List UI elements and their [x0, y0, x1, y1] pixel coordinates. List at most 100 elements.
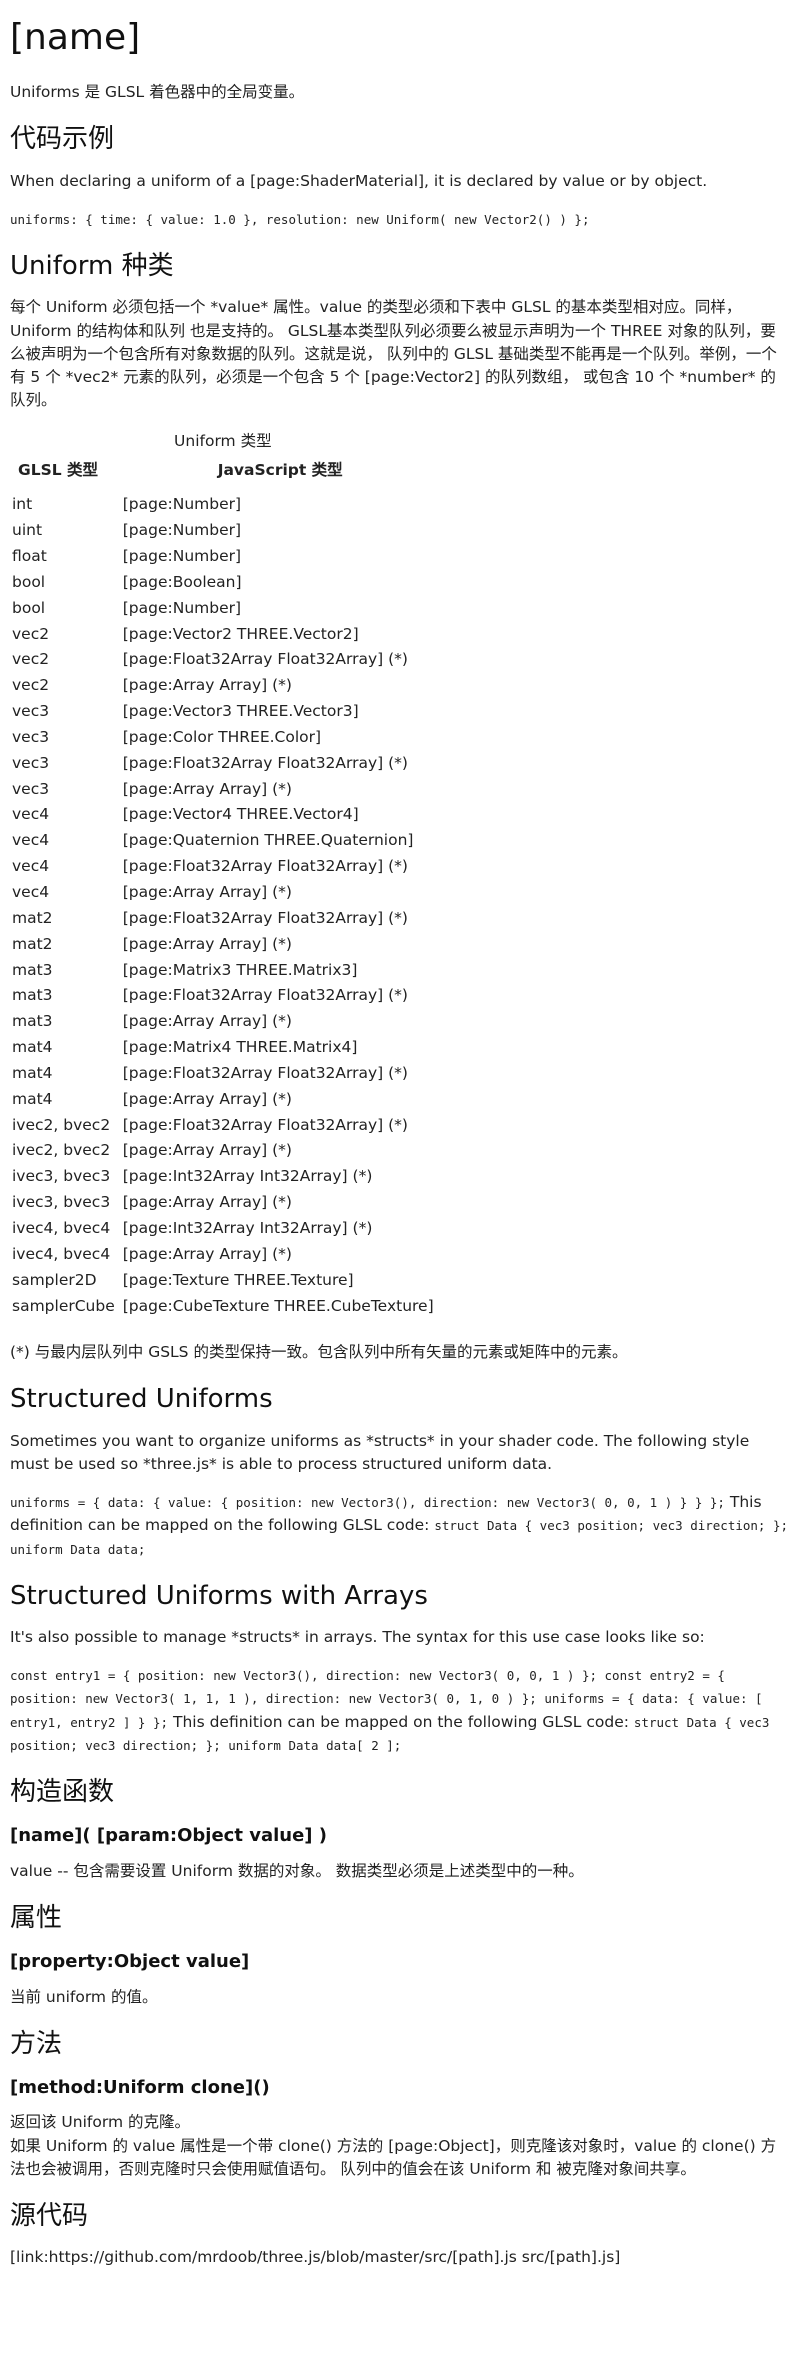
table-row: mat2 [page:Array Array] (*): [10, 931, 436, 957]
table-row: vec3 [page:Color THREE.Color]: [10, 725, 436, 751]
glsl-type-cell: vec4: [12, 857, 50, 876]
js-type-cell: [page:Float32Array Float32Array] (*): [122, 1115, 408, 1134]
glsl-type-cell: vec4: [12, 805, 50, 824]
js-type-cell: [page:Texture THREE.Texture]: [122, 1270, 354, 1289]
example-text: When declaring a uniform of a [page:Shad…: [10, 171, 708, 190]
glsl-type-cell: vec3: [12, 779, 50, 798]
table-row: mat4 [page:Float32Array Float32Array] (*): [10, 1061, 436, 1087]
glsl-type-cell: mat3: [12, 1012, 53, 1031]
glsl-type-cell: ivec2, bvec2: [12, 1115, 111, 1134]
property-value-title: [property:Object value]: [10, 1951, 250, 1973]
js-type-cell: [page:Number]: [122, 495, 242, 514]
structured-code-js: uniforms = { data: { value: { position: …: [10, 1495, 725, 1510]
example-heading: 代码示例: [10, 124, 115, 155]
js-type-cell: [page:Array Array] (*): [122, 1012, 292, 1031]
glsl-type-cell: mat2: [12, 908, 53, 927]
js-type-cell: [page:Float32Array Float32Array] (*): [122, 908, 408, 927]
uniform-types-table: Uniform 类型 GLSL 类型 JavaScript 类型 int [pag…: [10, 428, 436, 1320]
js-type-cell: [page:Array Array] (*): [122, 934, 292, 953]
glsl-type-cell: mat2: [12, 934, 53, 953]
table-row: mat4 [page:Matrix4 THREE.Matrix4]: [10, 1035, 436, 1061]
constructor-signature: [name]( [param:Object value] ): [10, 1825, 328, 1847]
glsl-type-cell: ivec3, bvec3: [12, 1167, 111, 1186]
table-row: bool [page:Number]: [10, 595, 436, 621]
glsl-type-cell: mat4: [12, 1063, 53, 1082]
js-type-cell: [page:Int32Array Int32Array] (*): [122, 1167, 373, 1186]
glsl-type-cell: float: [12, 547, 47, 566]
table-row: samplerCube [page:CubeTexture THREE.CubeT…: [10, 1293, 436, 1319]
table-row: vec4 [page:Float32Array Float32Array] (*): [10, 854, 436, 880]
js-type-cell: [page:Float32Array Float32Array] (*): [122, 753, 408, 772]
js-type-cell: [page:Number]: [122, 547, 242, 566]
js-type-cell: [page:Float32Array Float32Array] (*): [122, 650, 408, 669]
properties-heading: 属性: [10, 1903, 63, 1934]
col-header-js: JavaScript 类型: [217, 460, 343, 479]
method-clone-line2: 如果 Uniform 的 value 属性是一个带 clone() 方法的 [p…: [10, 2136, 777, 2178]
table-row: mat3 [page:Float32Array Float32Array] (*): [10, 983, 436, 1009]
glsl-type-cell: mat3: [12, 986, 53, 1005]
js-type-cell: [page:Int32Array Int32Array] (*): [122, 1218, 373, 1237]
js-type-cell: [page:Color THREE.Color]: [122, 727, 322, 746]
glsl-type-cell: ivec2, bvec2: [12, 1141, 111, 1160]
page-title: [name]: [10, 17, 141, 58]
structured-text: Sometimes you want to organize uniforms …: [10, 1431, 750, 1473]
structured-arrays-mid-text: This definition can be mapped on the fol…: [168, 1712, 634, 1731]
intro-text: Uniforms 是 GLSL 着色器中的全局变量。: [10, 83, 305, 102]
source-heading: 源代码: [10, 2201, 89, 2232]
js-type-cell: [page:Boolean]: [122, 572, 242, 591]
js-type-cell: [page:Vector3 THREE.Vector3]: [122, 702, 359, 721]
methods-heading: 方法: [10, 2028, 63, 2059]
js-type-cell: [page:Number]: [122, 598, 242, 617]
js-type-cell: [page:Quaternion THREE.Quaternion]: [122, 831, 414, 850]
js-type-cell: [page:Array Array] (*): [122, 1193, 292, 1212]
table-row: sampler2D [page:Texture THREE.Texture]: [10, 1267, 436, 1293]
method-clone-line1: 返回该 Uniform 的克隆。: [10, 2113, 190, 2132]
types-footnote: (*) 与最内层队列中 GSLS 的类型保持一致。包含队列中所有矢量的元素或矩阵…: [10, 1343, 628, 1362]
table-row: ivec3, bvec3 [page:Array Array] (*): [10, 1190, 436, 1216]
table-row: ivec4, bvec4 [page:Int32Array Int32Array]…: [10, 1216, 436, 1242]
js-type-cell: [page:Vector2 THREE.Vector2]: [122, 624, 359, 643]
glsl-type-cell: vec3: [12, 753, 50, 772]
table-row: vec4 [page:Array Array] (*): [10, 880, 436, 906]
glsl-type-cell: mat4: [12, 1038, 53, 1057]
js-type-cell: [page:Matrix4 THREE.Matrix4]: [122, 1038, 358, 1057]
types-heading: Uniform 种类: [10, 251, 174, 282]
structured-heading: Structured Uniforms: [10, 1384, 273, 1415]
table-row: mat4 [page:Array Array] (*): [10, 1086, 436, 1112]
structured-arrays-code-para: const entry1 = { position: new Vector3()…: [10, 1664, 790, 1757]
glsl-type-cell: uint: [12, 521, 43, 540]
js-type-cell: [page:Array Array] (*): [122, 1244, 292, 1263]
js-type-cell: [page:Array Array] (*): [122, 1141, 292, 1160]
table-row: ivec2, bvec2 [page:Float32Array Float32Ar…: [10, 1112, 436, 1138]
glsl-type-cell: vec2: [12, 624, 50, 643]
glsl-type-cell: ivec3, bvec3: [12, 1193, 111, 1212]
doc-page: [name] Uniforms 是 GLSL 着色器中的全局变量。 代码示例 W…: [0, 0, 800, 2270]
js-type-cell: [page:Array Array] (*): [122, 883, 292, 902]
js-type-cell: [page:Float32Array Float32Array] (*): [122, 857, 408, 876]
example-code: uniforms: { time: { value: 1.0 }, resolu…: [10, 211, 590, 227]
method-clone-text: 返回该 Uniform 的克隆。如果 Uniform 的 value 属性是一个…: [10, 2111, 790, 2181]
js-type-cell: [page:Array Array] (*): [122, 779, 292, 798]
glsl-type-cell: vec4: [12, 831, 50, 850]
property-value-text: 当前 uniform 的值。: [10, 1987, 158, 2006]
glsl-type-cell: samplerCube: [12, 1296, 115, 1315]
glsl-type-cell: bool: [12, 598, 46, 617]
table-row: uint [page:Number]: [10, 518, 436, 544]
js-type-cell: [page:CubeTexture THREE.CubeTexture]: [122, 1296, 434, 1315]
source-link[interactable]: [link:https://github.com/mrdoob/three.js…: [10, 2246, 790, 2269]
glsl-type-cell: ivec4, bvec4: [12, 1218, 111, 1237]
table-row: ivec2, bvec2 [page:Array Array] (*): [10, 1138, 436, 1164]
glsl-type-cell: vec3: [12, 727, 50, 746]
js-type-cell: [page:Matrix3 THREE.Matrix3]: [122, 960, 358, 979]
glsl-type-cell: sampler2D: [12, 1270, 97, 1289]
table-row: ivec3, bvec3 [page:Int32Array Int32Array]…: [10, 1164, 436, 1190]
js-type-cell: [page:Float32Array Float32Array] (*): [122, 986, 408, 1005]
table-body: int [page:Number] uint [page:Number] float [p…: [10, 492, 436, 1319]
structured-arrays-text: It's also possible to manage *structs* i…: [10, 1627, 705, 1646]
table-row: vec2 [page:Vector2 THREE.Vector2]: [10, 621, 436, 647]
table-row: vec3 [page:Vector3 THREE.Vector3]: [10, 699, 436, 725]
example-code-para: uniforms: { time: { value: 1.0 }, resolu…: [10, 208, 790, 231]
glsl-type-cell: mat3: [12, 960, 53, 979]
glsl-type-cell: vec3: [12, 702, 50, 721]
table-row: vec3 [page:Float32Array Float32Array] (*): [10, 751, 436, 777]
